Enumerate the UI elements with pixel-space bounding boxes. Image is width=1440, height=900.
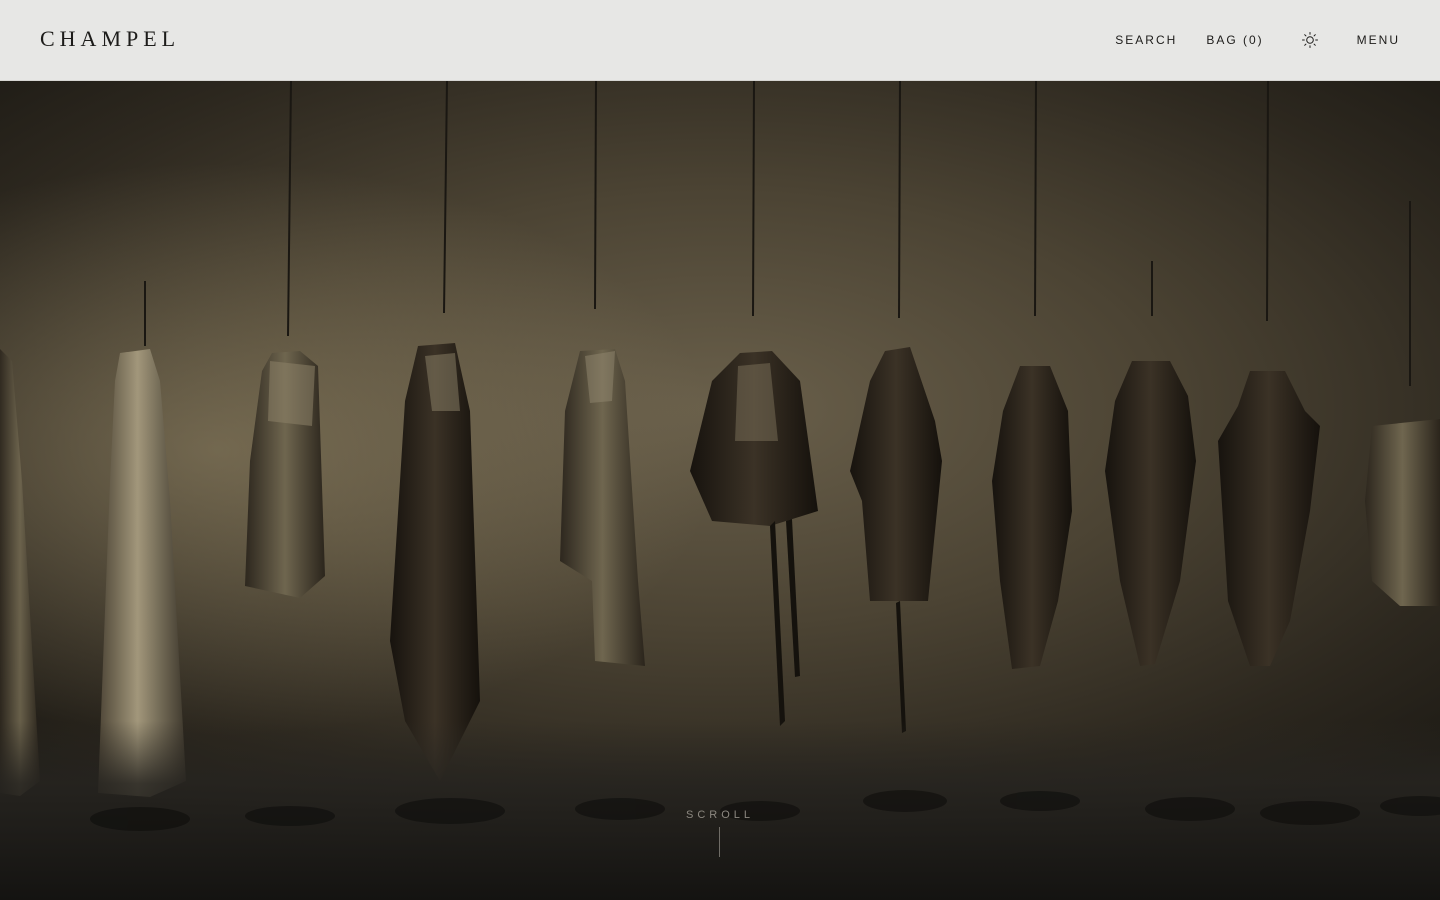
- hanging-garments-image: [0, 81, 1440, 900]
- page: CHAMPEL SEARCH BAG (0) MENU SCROLL: [0, 0, 1440, 900]
- bag-link[interactable]: BAG (0): [1206, 33, 1263, 47]
- brand-logo[interactable]: CHAMPEL: [40, 26, 180, 52]
- menu-button[interactable]: MENU: [1357, 33, 1400, 47]
- header-nav: SEARCH BAG (0) MENU: [1115, 0, 1400, 80]
- theme-toggle-button[interactable]: [1301, 31, 1319, 49]
- scroll-line: [719, 827, 720, 857]
- sun-icon: [1301, 32, 1318, 48]
- site-header: CHAMPEL SEARCH BAG (0) MENU: [0, 0, 1440, 81]
- scroll-indicator[interactable]: SCROLL: [0, 805, 1440, 857]
- search-link[interactable]: SEARCH: [1115, 33, 1177, 47]
- scroll-label[interactable]: SCROLL: [686, 809, 754, 821]
- hero-image: SCROLL: [0, 81, 1440, 900]
